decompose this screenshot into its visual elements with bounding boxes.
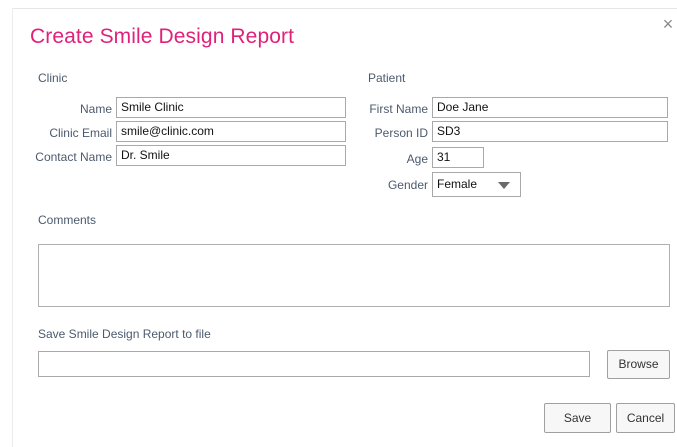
age-label: Age	[406, 152, 428, 166]
dialog-left-border	[12, 8, 13, 447]
contact-name-label: Contact Name	[35, 150, 112, 164]
first-name-input[interactable]: Doe Jane	[432, 97, 668, 118]
clinic-name-label: Name	[79, 102, 112, 116]
save-button[interactable]: Save	[544, 403, 611, 433]
person-id-label: Person ID	[374, 126, 428, 140]
file-path-input[interactable]	[38, 351, 590, 377]
person-id-input[interactable]: SD3	[432, 121, 668, 142]
age-input[interactable]: 31	[432, 147, 484, 168]
close-icon[interactable]: ×	[660, 15, 676, 33]
clinic-section-label: Clinic	[38, 71, 68, 85]
cancel-button[interactable]: Cancel	[616, 403, 675, 433]
comments-label: Comments	[38, 213, 97, 227]
gender-selected-value: Female	[437, 177, 478, 191]
gender-label: Gender	[387, 178, 428, 192]
browse-button[interactable]: Browse	[607, 350, 670, 379]
clinic-email-label: Clinic Email	[49, 126, 112, 140]
chevron-down-icon	[498, 182, 510, 189]
patient-section-label: Patient	[368, 71, 406, 85]
clinic-email-input[interactable]: smile@clinic.com	[116, 121, 346, 142]
dialog-top-border	[12, 8, 677, 9]
gender-select[interactable]: Female	[432, 172, 521, 197]
comments-textarea[interactable]	[38, 244, 670, 307]
dialog-title: Create Smile Design Report	[30, 25, 295, 48]
first-name-label: First Name	[369, 102, 428, 116]
create-report-dialog: Create Smile Design Report × Clinic Name…	[0, 0, 677, 447]
save-file-label: Save Smile Design Report to file	[38, 327, 211, 341]
contact-name-input[interactable]: Dr. Smile	[116, 145, 346, 166]
clinic-name-input[interactable]: Smile Clinic	[116, 97, 346, 118]
